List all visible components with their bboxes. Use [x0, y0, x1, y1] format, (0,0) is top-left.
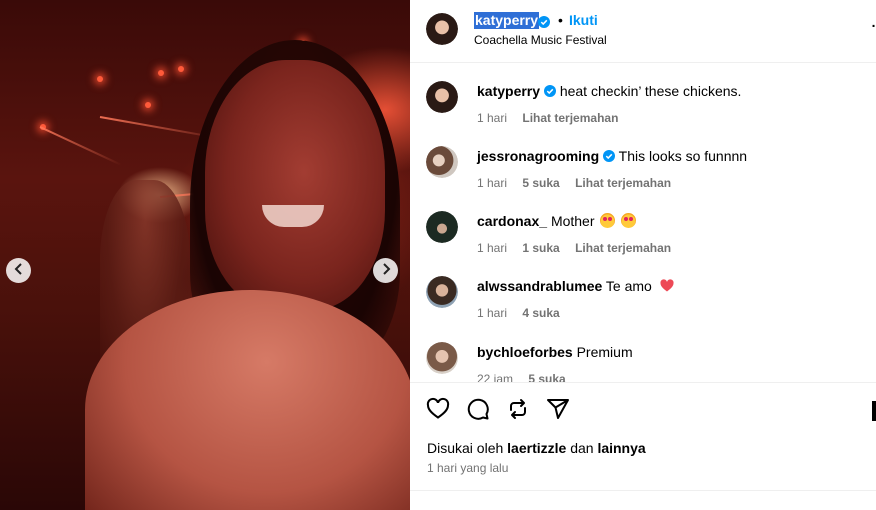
comment-body: Mother [550, 213, 595, 229]
comment-likes[interactable]: 4 suka [522, 306, 559, 320]
red-heart-emoji-icon [656, 278, 674, 294]
bookmark-icon[interactable] [872, 401, 876, 421]
previous-slide-button[interactable] [6, 258, 31, 283]
commenter-avatar[interactable] [426, 276, 458, 308]
post-actions: Disukai oleh laertizzle dan lainnya 1 ha… [410, 382, 876, 490]
subject-face [205, 60, 385, 310]
comment-text-line: alwssandrablumee Te amo [477, 278, 674, 295]
repost-icon[interactable] [506, 397, 532, 423]
heart-icon[interactable] [426, 397, 452, 423]
post-timestamp: 1 hari yang lalu [427, 461, 509, 475]
comment-time: 1 hari [477, 306, 508, 320]
commenter-avatar[interactable] [426, 211, 458, 243]
next-slide-button[interactable] [373, 258, 398, 283]
likes-others-link[interactable]: lainnya [597, 440, 645, 456]
commenter-username[interactable]: cardonax_ [477, 213, 547, 229]
post-panel: katyperry • Ikuti Coachella Music Festiv… [410, 0, 876, 510]
commenter-avatar[interactable] [426, 81, 458, 113]
comment-text-line: jessronagrooming This looks so funnnn [477, 148, 747, 165]
likes-conjunction: dan [570, 440, 594, 456]
comment-likes[interactable]: 5 suka [522, 176, 559, 190]
likes-prefix: Disukai oleh [427, 440, 504, 456]
commenter-username[interactable]: jessronagrooming [477, 148, 599, 164]
light-beam [39, 126, 122, 166]
comment-time: 1 hari [477, 241, 508, 255]
commenter-avatar[interactable] [426, 342, 458, 374]
stage-light [97, 76, 103, 82]
author-username[interactable]: katyperry [474, 12, 540, 29]
chevron-right-icon [380, 262, 392, 280]
heart-eyes-emoji-icon [600, 213, 616, 228]
comment-item: alwssandrablumee Te amo 1 hari 4 suka [410, 276, 876, 336]
stage-light [178, 66, 184, 72]
comment-meta: 1 hari Lihat terjemahan [477, 111, 630, 125]
comment-meta: 1 hari 5 suka Lihat terjemahan [477, 176, 683, 190]
comment-body: This looks so funnnn [618, 148, 748, 164]
comment-text-line: cardonax_ Mother [477, 213, 637, 230]
comment-item: katyperry heat checkin’ these chickens. … [410, 81, 876, 141]
see-translation-link[interactable]: Lihat terjemahan [575, 241, 671, 255]
comment-likes[interactable]: 1 suka [522, 241, 559, 255]
divider [410, 490, 876, 491]
share-icon[interactable] [546, 397, 572, 423]
likes-summary: Disukai oleh laertizzle dan lainnya [427, 440, 646, 457]
post-media[interactable] [0, 0, 410, 510]
more-options-icon[interactable]: … [871, 14, 876, 31]
author-avatar[interactable] [426, 13, 458, 45]
see-translation-link[interactable]: Lihat terjemahan [522, 111, 618, 125]
stage-light [145, 102, 151, 108]
comments-list: katyperry heat checkin’ these chickens. … [410, 64, 876, 382]
commenter-username[interactable]: alwssandrablumee [477, 278, 602, 294]
post-header: katyperry • Ikuti Coachella Music Festiv… [410, 0, 876, 63]
comment-body: Premium [576, 344, 633, 360]
verified-icon [538, 14, 550, 32]
comment-item: cardonax_ Mother 1 hari 1 suka Lihat ter… [410, 211, 876, 271]
comment-item: bychloeforbes Premium 22 jam 5 suka [410, 342, 876, 382]
see-translation-link[interactable]: Lihat terjemahan [575, 176, 671, 190]
commenter-username[interactable]: katyperry [477, 83, 540, 99]
heart-eyes-emoji-icon [621, 213, 637, 228]
comment-meta: 22 jam 5 suka [477, 372, 578, 382]
comment-time: 1 hari [477, 111, 508, 125]
comment-body: Te amo [605, 278, 652, 294]
comment-likes[interactable]: 5 suka [528, 372, 565, 382]
comment-meta: 1 hari 1 suka Lihat terjemahan [477, 241, 683, 255]
separator-dot: • [558, 12, 563, 28]
chevron-left-icon [13, 262, 25, 280]
liker-username[interactable]: laertizzle [507, 440, 566, 456]
commenter-avatar[interactable] [426, 146, 458, 178]
comment-time: 1 hari [477, 176, 508, 190]
comment-meta: 1 hari 4 suka [477, 306, 572, 320]
comment-icon[interactable] [466, 397, 492, 423]
stage-light [158, 70, 164, 76]
comment-item: jessronagrooming This looks so funnnn 1 … [410, 146, 876, 206]
comment-body: heat checkin’ these chickens. [559, 83, 742, 99]
comment-text-line: katyperry heat checkin’ these chickens. [477, 83, 741, 100]
comment-text-line: bychloeforbes Premium [477, 344, 633, 361]
verified-icon [603, 148, 616, 164]
post-location[interactable]: Coachella Music Festival [474, 33, 607, 47]
comment-time: 22 jam [477, 372, 514, 382]
verified-icon [543, 83, 556, 99]
follow-button[interactable]: Ikuti [569, 12, 598, 29]
commenter-username[interactable]: bychloeforbes [477, 344, 573, 360]
